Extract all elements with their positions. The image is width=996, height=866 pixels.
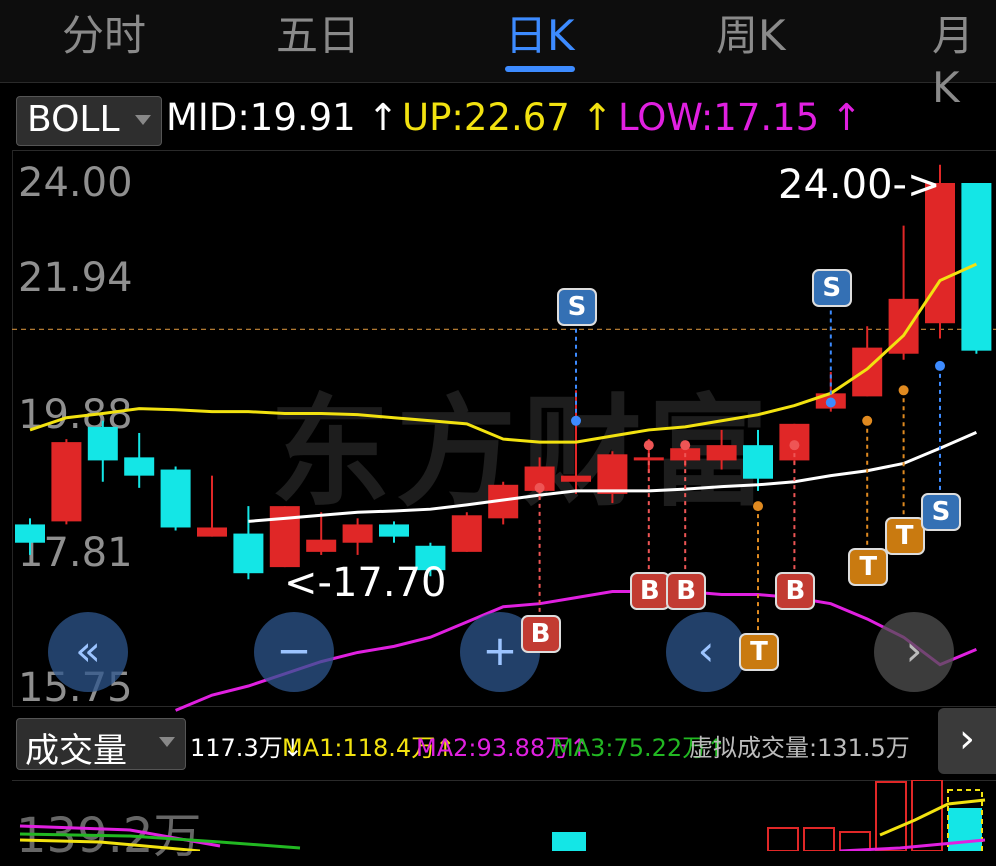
signal-dot [825,397,836,408]
virtual-volume: 虚拟成交量:131.5万 [689,734,910,762]
volume-bar [948,808,982,851]
signal-dot [534,482,545,493]
signal-dot [680,440,691,451]
signal-dot [571,415,581,426]
fast-back-button[interactable]: « [48,612,128,692]
volume-bar [875,781,907,851]
candle-body [852,347,883,397]
candle-body [306,539,337,552]
candle-body [269,506,300,568]
more-indicators-button[interactable]: › [938,708,996,774]
signal-marker-t[interactable]: T [739,633,779,672]
signal-marker-b[interactable]: B [629,572,670,611]
candle-body [87,426,118,461]
scroll-right-button[interactable]: › [874,612,954,692]
signal-dot [753,501,763,512]
signal-dot [898,385,909,396]
candle-body [160,469,191,528]
signal-marker-b[interactable]: B [666,572,707,611]
volume-indicator-selector[interactable]: 成交量 [16,718,186,771]
volume-bar [803,827,835,851]
signal-marker-s[interactable]: S [557,287,597,326]
candle-body [342,524,373,543]
volume-chart [19,780,986,851]
signal-marker-s[interactable]: S [811,269,852,308]
candle-body [379,524,409,537]
candle-body [51,442,82,522]
signal-dot [935,360,945,371]
candle-body [633,457,664,461]
candle-body [15,524,45,543]
candle-body [124,457,155,476]
volume-ma1-line-left [19,838,201,851]
candle-body [451,515,482,552]
signal-dot [862,415,873,426]
volume-indicator-name: 成交量 [25,731,127,771]
candle-body [706,445,737,461]
candle-body [961,183,992,351]
signal-dot [643,440,654,451]
high-price-note: 24.00-> [778,162,941,208]
chevron-down-icon [159,737,175,747]
signal-marker-t[interactable]: T [884,517,925,556]
candle-body [743,445,773,479]
candle-body [561,475,591,482]
signal-marker-b[interactable]: B [520,614,561,653]
signal-marker-s[interactable]: S [921,492,961,531]
signal-marker-t[interactable]: T [848,547,889,586]
low-price-note: <-17.70 [284,560,447,606]
candle-body [233,533,264,574]
volume-bar [839,831,871,851]
volume-bar [552,832,586,851]
candle-body [597,454,628,494]
candle-body [197,527,227,537]
zoom-out-button[interactable]: − [254,612,334,692]
volume-bar [767,827,799,851]
signal-marker-b[interactable]: B [775,572,816,611]
scroll-left-button[interactable]: ‹ [666,612,746,692]
signal-dot [789,440,800,451]
